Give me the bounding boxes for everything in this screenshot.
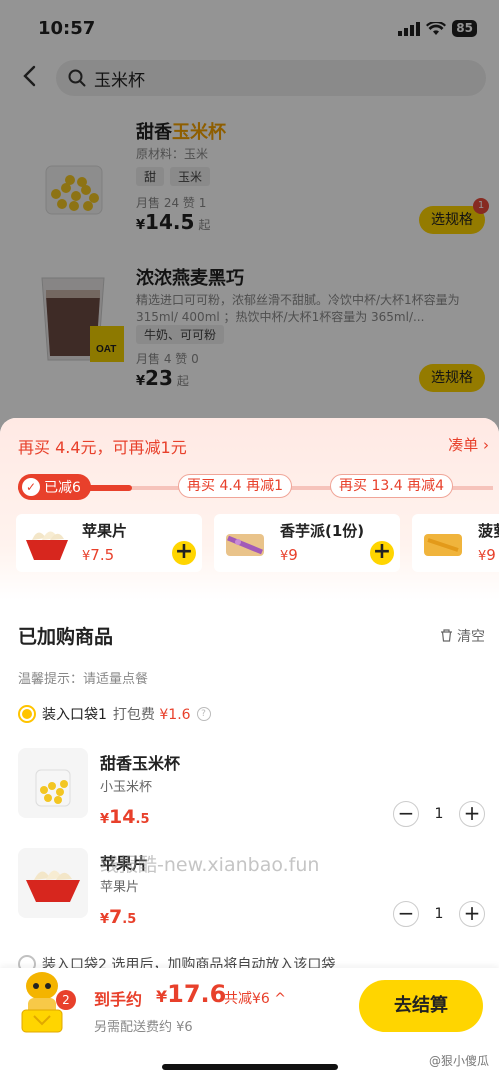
search-query: 玉米杯 [94,70,145,91]
back-button[interactable] [20,64,44,92]
check-icon: ✓ [22,478,40,496]
addon-image-taro-pie [218,518,272,568]
credit-watermark: @狠小傻瓜 [428,1054,489,1068]
bag-1-label: 装入口袋1 [42,707,107,723]
total-label: 到手约 [94,990,143,1009]
product-tags: 甜玉米 [136,166,216,186]
product-description: 精选进口可可粉，浓郁丝滑不甜腻。冷饮中杯/大杯1杯容量为 315ml/ 400m… [136,293,460,324]
search-header: 玉米杯 [0,56,499,104]
status-time: 10:57 [38,18,96,39]
discount-step: 再买 13.4 再减4 [330,474,453,498]
quantity-stepper: − 1 + [393,900,485,928]
product-tag: 甜 [136,167,165,186]
chevron-left-icon [23,65,36,87]
product-tags: 牛奶、可可粉 [136,324,230,344]
product-title: 浓浓燕麦黑巧 [136,268,244,289]
increase-button[interactable]: + [458,901,485,927]
cart-item-price: ¥14.5 [100,806,150,828]
product-title: 甜香玉米杯 [136,122,226,143]
cart-item-image [18,748,88,818]
cart-tip: 温馨提示：请适量点餐 [18,672,149,687]
bag-1-option[interactable]: 装入口袋1 打包费 ¥1.6 ? [18,704,211,724]
cart-item-price: ¥7.5 [100,906,137,928]
product-image-oat-chocolate: OAT [34,264,124,368]
product-sales: 月售 24 赞 1 [136,196,207,210]
addon-image-pineapple-pie [416,518,470,568]
cart-item-name: 甜香玉米杯 [100,754,181,773]
product-image-corn-cup [30,124,118,220]
add-addon-button[interactable]: + [370,541,394,565]
decrease-button[interactable]: − [393,801,419,827]
svg-text:OAT: OAT [96,344,116,355]
addon-price: ¥9 [280,546,298,564]
addon-card[interactable]: 苹果片 ¥7.5 + [16,514,202,572]
promo-message: 再买 4.4元，可再减1元 [18,438,187,457]
product-price: ¥23 起 [136,366,189,390]
add-addon-button[interactable]: + [172,541,196,565]
select-spec-button[interactable]: 选规格 [419,364,485,392]
total-price: ¥17.6 [156,980,227,1008]
addon-card[interactable]: 香芋派(1份) ¥9 + [214,514,400,572]
status-bar: 10:57 85 [0,0,499,56]
product-card[interactable]: 甜香玉米杯 原材料：玉米 甜玉米 月售 24 赞 1 ¥14.5 起 选规格 1 [0,106,499,256]
clear-cart-button[interactable]: 清空 [440,626,485,646]
radio-selected-icon [18,705,36,723]
search-input[interactable]: 玉米杯 [56,60,486,96]
cart-title: 已加购商品 [18,626,114,648]
quantity-value: 1 [434,906,444,922]
cart-item: 甜香玉米杯 小玉米杯 ¥14.5 − 1 + [0,748,499,838]
home-indicator[interactable] [162,1064,338,1070]
addon-name: 苹果片 [82,522,128,540]
cart-count-badge: 2 [56,990,76,1010]
product-description: 原材料：玉米 [136,147,209,161]
discount-step: 再买 4.4 再减1 [178,474,293,498]
checkout-button[interactable]: 去结算 [359,980,483,1032]
trash-icon [440,629,452,642]
status-icons: 85 [398,20,477,37]
help-icon[interactable]: ? [196,707,211,721]
increase-button[interactable]: + [458,801,485,827]
addon-list: 苹果片 ¥7.5 + 香芋派(1份) ¥9 + 菠萝 ¥9 [16,514,499,572]
packing-fee: 打包费 ¥1.6 [112,707,191,723]
addon-card[interactable]: 菠萝 ¥9 [412,514,499,572]
quantity-stepper: − 1 + [393,800,485,828]
addon-name: 菠萝 [478,522,499,540]
delivery-fee: 另需配送费约 ¥6 [94,1020,193,1035]
decrease-button[interactable]: − [393,901,419,927]
promo-panel: 再买 4.4元，可再减1元 凑单 › ✓ 已减6 再买 4.4 再减1 再买 13… [0,418,499,600]
product-sales: 月售 4 赞 0 [136,352,199,366]
addon-name: 香芋派(1份) [280,522,365,540]
product-price: ¥14.5 起 [136,210,211,234]
cart-item-spec: 小玉米杯 [100,780,153,795]
spec-count-badge: 1 [473,198,489,214]
cart-item-spec: 苹果片 [100,880,140,895]
quantity-value: 1 [434,806,444,822]
watermark: 线报酷-new.xianbao.fun [100,854,320,876]
product-tag: 牛奶、可可粉 [136,325,225,344]
discount-summary-toggle[interactable]: 共减¥6 ^ [224,988,286,1008]
cart-item-image [18,848,88,918]
add-more-link[interactable]: 凑单 › [448,434,489,455]
product-tag: 玉米 [170,167,211,186]
battery-indicator: 85 [452,20,477,37]
product-card[interactable]: OAT 浓浓燕麦黑巧 精选进口可可粉，浓郁丝滑不甜腻。冷饮中杯/大杯1杯容量为 … [0,252,499,402]
signal-icon [398,21,421,36]
wifi-icon [426,21,447,35]
addon-price: ¥9 [478,546,496,564]
discount-step-achieved: ✓ 已减6 [18,474,91,500]
addon-image-apple-slices [20,518,74,568]
search-icon [68,69,86,87]
addon-price: ¥7.5 [82,546,115,564]
